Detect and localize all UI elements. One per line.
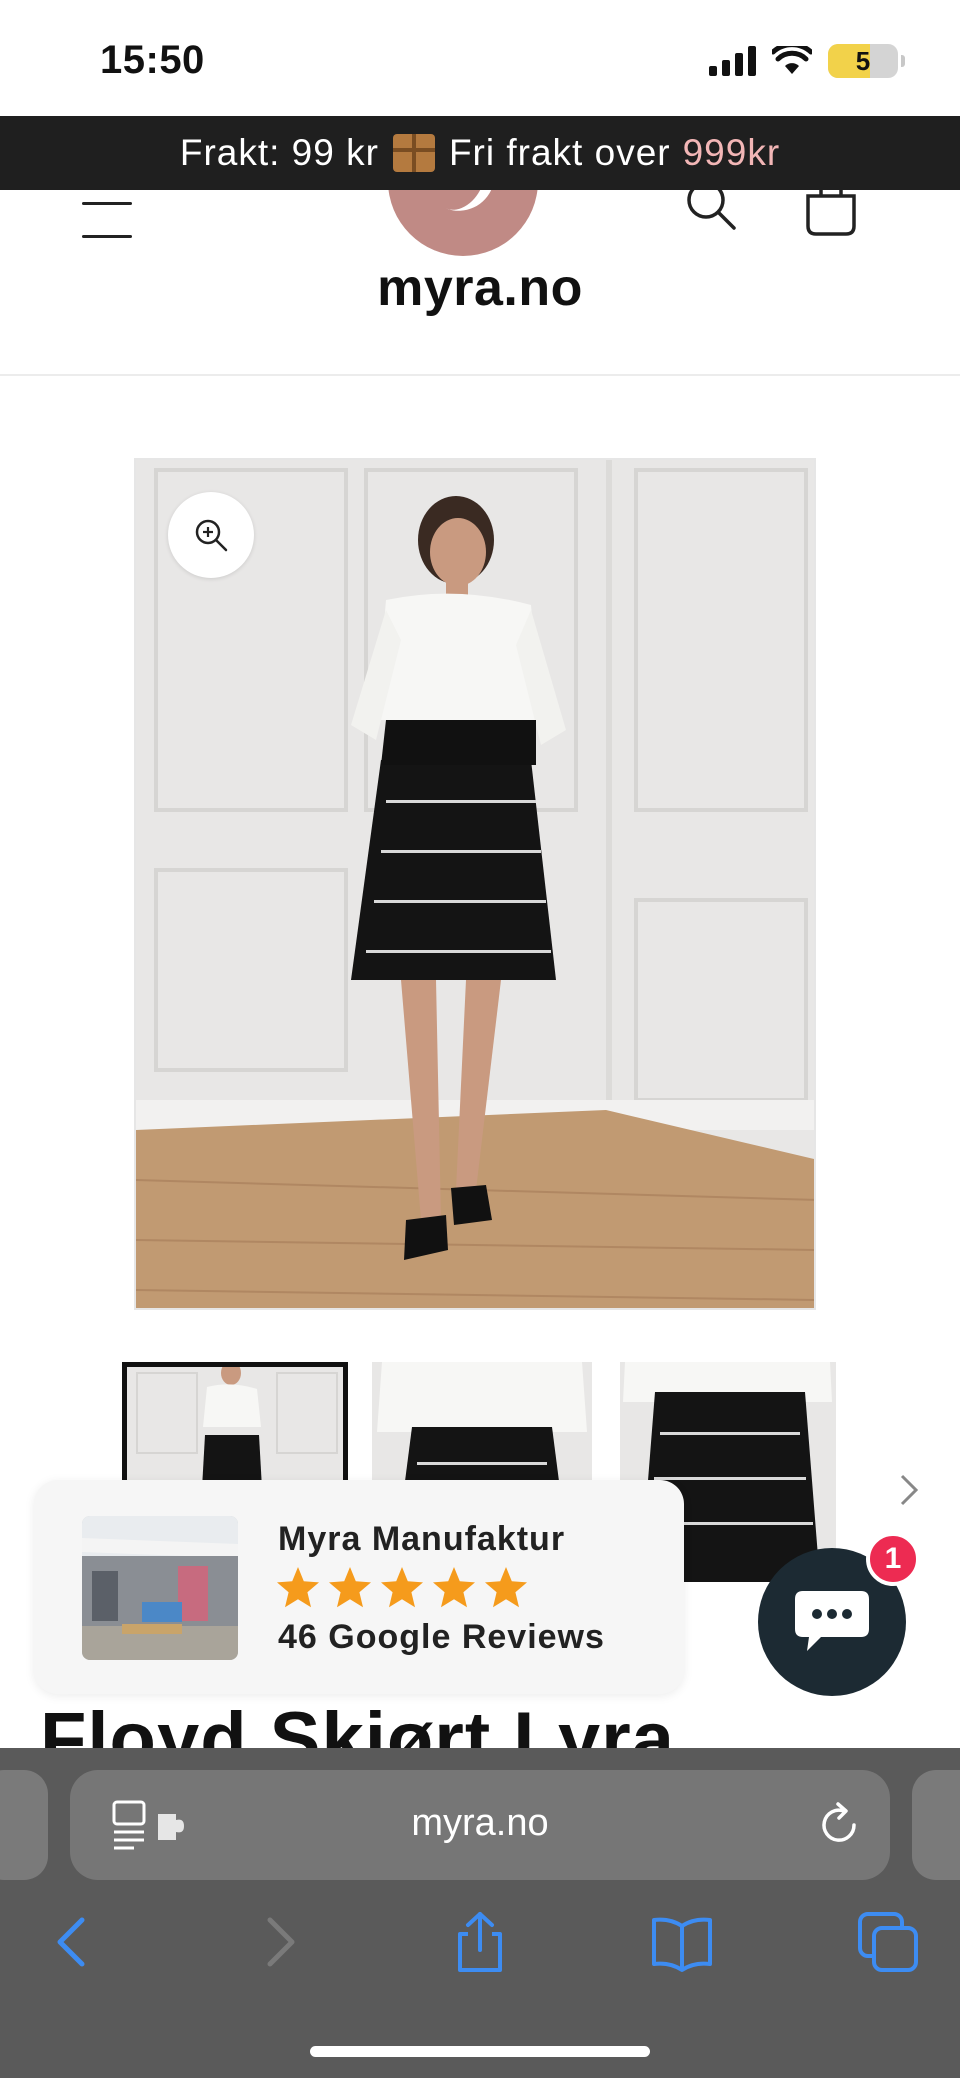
announcement-bar: Frakt: 99 kr Fri frakt over 999kr xyxy=(0,116,960,190)
star-rating xyxy=(274,1564,530,1612)
share-icon[interactable] xyxy=(448,1910,512,1974)
product-main-image[interactable] xyxy=(134,458,816,1310)
store-photo xyxy=(82,1516,238,1660)
battery-icon: 5 xyxy=(828,44,905,78)
search-icon[interactable] xyxy=(684,190,740,238)
tabs-icon[interactable] xyxy=(856,1910,920,1974)
google-reviews-widget[interactable]: Myra Manufaktur 46 Google Reviews xyxy=(34,1480,684,1694)
url-text[interactable]: myra.no xyxy=(70,1802,890,1845)
home-indicator[interactable] xyxy=(310,2046,650,2057)
product-photo xyxy=(136,460,814,1308)
next-tab-preview[interactable] xyxy=(912,1770,960,1880)
address-bar[interactable]: myra.no xyxy=(70,1770,890,1880)
battery-level: 5 xyxy=(855,45,871,76)
package-icon xyxy=(392,134,435,172)
chat-bubble-icon xyxy=(795,1591,869,1651)
status-time: 15:50 xyxy=(100,38,205,82)
logo-text[interactable]: myra.no xyxy=(0,258,960,318)
site-header: myra.no xyxy=(0,190,960,376)
forward-icon[interactable] xyxy=(248,1910,312,1974)
status-indicators: 5 xyxy=(709,44,905,78)
shipping-cost-text: Frakt: 99 kr xyxy=(179,132,379,173)
star-icon xyxy=(329,1567,371,1608)
wifi-icon xyxy=(772,46,812,74)
star-icon xyxy=(485,1567,527,1608)
star-icon xyxy=(433,1567,475,1608)
business-name: Myra Manufaktur xyxy=(278,1520,566,1558)
star-icon xyxy=(277,1567,319,1608)
hamburger-menu-icon[interactable] xyxy=(82,202,132,238)
star-icon xyxy=(381,1567,423,1608)
cellular-signal-icon xyxy=(709,46,756,76)
chat-unread-badge: 1 xyxy=(866,1532,920,1586)
previous-tab-preview[interactable] xyxy=(0,1770,48,1880)
browser-nav-row xyxy=(0,1896,960,1986)
free-shipping-threshold: 999kr xyxy=(682,132,781,173)
review-count: 46 Google Reviews xyxy=(278,1618,605,1656)
reload-icon[interactable] xyxy=(814,1800,864,1850)
bookmarks-icon[interactable] xyxy=(650,1910,714,1974)
free-shipping-text: Fri frakt over xyxy=(448,132,671,173)
zoom-button[interactable] xyxy=(168,492,254,578)
logo-mark[interactable] xyxy=(388,190,538,256)
browser-toolbar: myra.no xyxy=(0,1748,960,2078)
zoom-in-icon xyxy=(195,519,228,552)
back-icon[interactable] xyxy=(40,1910,104,1974)
chevron-right-icon[interactable] xyxy=(894,1470,924,1510)
shopping-bag-icon[interactable] xyxy=(802,190,860,242)
status-bar: 15:50 5 xyxy=(0,0,960,116)
